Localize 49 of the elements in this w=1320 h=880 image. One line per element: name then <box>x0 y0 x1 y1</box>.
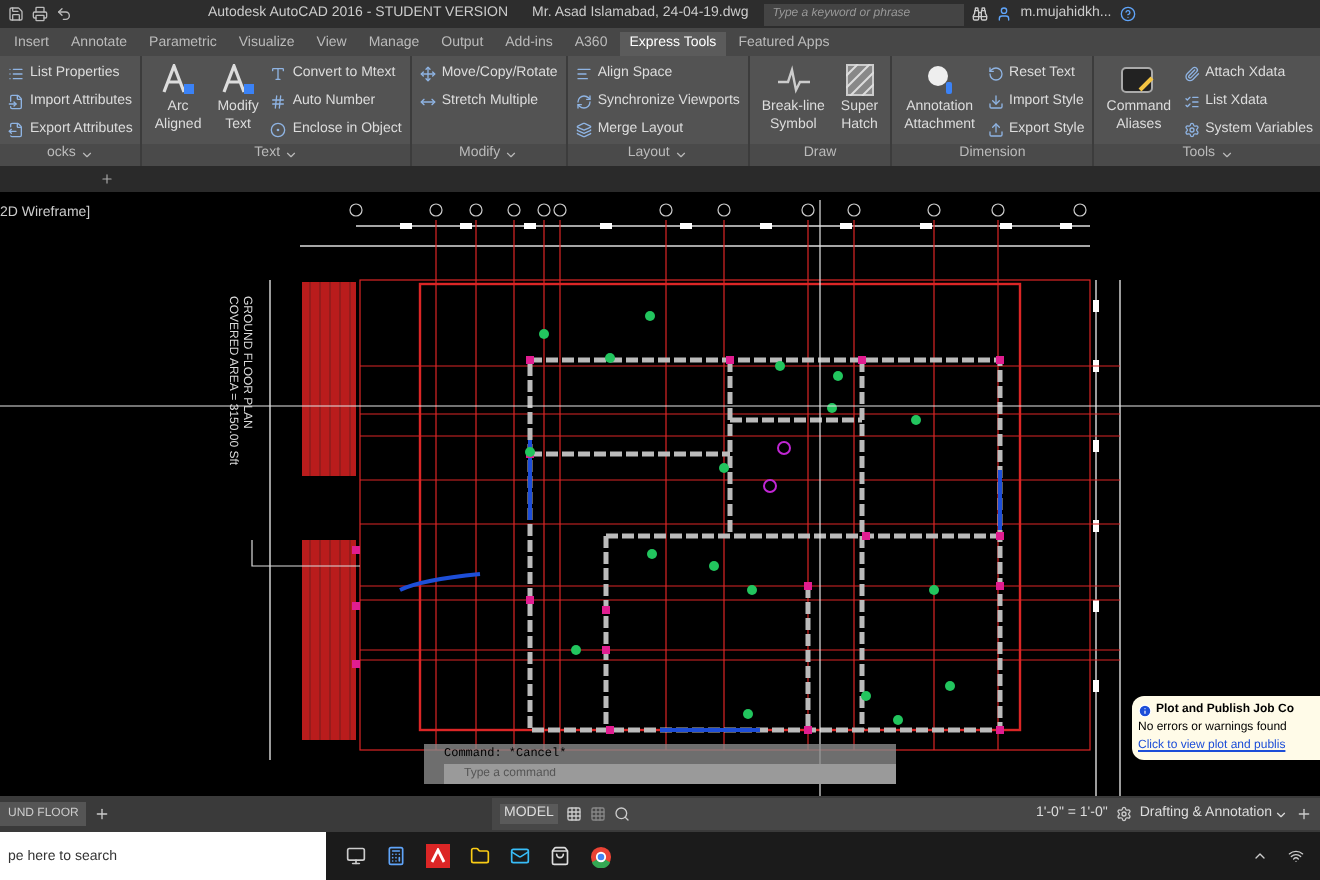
calculator-icon[interactable] <box>386 846 406 866</box>
sync-icon <box>575 93 592 109</box>
upload-icon <box>987 121 1004 137</box>
store-icon[interactable] <box>550 846 570 866</box>
grid-icon[interactable] <box>565 806 582 822</box>
caret-icon <box>1274 807 1288 821</box>
align-icon <box>575 65 592 81</box>
settings-icon <box>1183 121 1200 137</box>
new-tab-icon[interactable] <box>100 172 114 186</box>
app-logo-icon[interactable] <box>426 844 450 868</box>
letter-icon <box>270 65 287 81</box>
print-icon[interactable] <box>32 6 48 22</box>
caret-icon <box>673 148 688 162</box>
caret-icon <box>1219 148 1234 162</box>
file-in-icon <box>8 93 24 109</box>
save-icon[interactable] <box>8 6 24 22</box>
hatch-icon <box>845 64 874 96</box>
terminal-icon <box>1120 64 1157 96</box>
caret-icon <box>504 148 519 162</box>
list-icon <box>1183 93 1200 109</box>
caret-icon <box>79 148 94 162</box>
zigzag-line-icon <box>775 64 812 96</box>
layers-icon <box>575 121 592 137</box>
task-view-icon[interactable] <box>346 846 366 866</box>
help-icon[interactable] <box>1119 6 1136 22</box>
stretch-arrows-icon <box>419 93 436 109</box>
info-icon <box>1138 703 1152 717</box>
add-layout-icon[interactable] <box>94 806 111 822</box>
circle-icon <box>270 121 287 137</box>
plus-icon[interactable] <box>1296 806 1312 822</box>
settings-icon[interactable] <box>1115 806 1132 822</box>
search-icon[interactable] <box>613 806 630 822</box>
binoculars-icon[interactable] <box>972 6 989 22</box>
network-icon[interactable] <box>1288 848 1304 864</box>
browser-icon[interactable] <box>590 845 612 867</box>
chevron-up-icon[interactable] <box>1252 848 1268 864</box>
move-icon <box>419 65 436 81</box>
hash-icon <box>270 93 287 109</box>
folder-icon[interactable] <box>470 846 490 866</box>
mail-icon[interactable] <box>510 846 530 866</box>
download-icon <box>987 93 1004 109</box>
snap-grid-icon[interactable] <box>589 806 606 822</box>
caret-icon <box>284 148 299 162</box>
undo-icon[interactable] <box>56 6 72 22</box>
paperclip-icon <box>1183 65 1200 81</box>
user-icon[interactable] <box>996 6 1013 22</box>
list-icon <box>8 65 24 81</box>
file-out-icon <box>8 121 24 137</box>
reset-icon <box>987 65 1004 81</box>
